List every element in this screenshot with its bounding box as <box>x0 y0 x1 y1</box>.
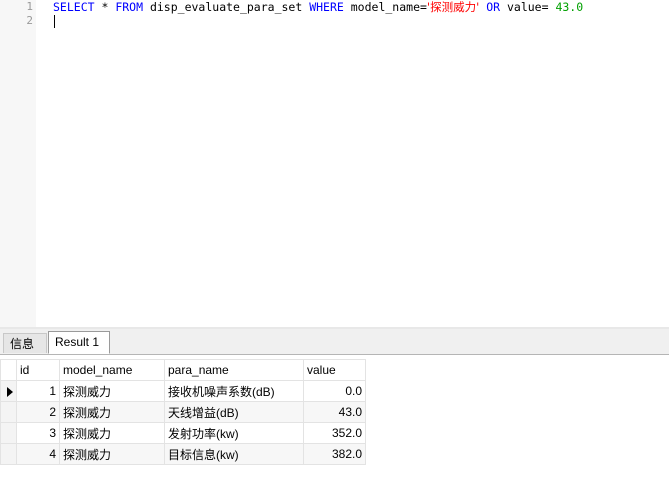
cell-value[interactable]: 382.0 <box>303 443 366 465</box>
cell-id[interactable]: 4 <box>16 443 60 465</box>
column-header-model-name[interactable]: model_name <box>59 359 165 381</box>
cell-value[interactable]: 43.0 <box>303 401 366 423</box>
tab-info[interactable]: 信息 <box>3 333 47 353</box>
cell-value[interactable]: 352.0 <box>303 422 366 444</box>
keyword-or: OR <box>486 0 501 14</box>
table-row[interactable]: 2 探测威力 天线增益(dB) 43.0 <box>0 401 366 423</box>
line-number: 2 <box>26 14 33 27</box>
keyword-select: SELECT <box>53 0 95 14</box>
row-selector[interactable] <box>0 443 17 465</box>
row-selector[interactable] <box>0 401 17 423</box>
cell-para-name[interactable]: 发射功率(kw) <box>164 422 304 444</box>
cell-model-name[interactable]: 探测威力 <box>59 422 165 444</box>
table-row[interactable]: 4 探测威力 目标信息(kw) 382.0 <box>0 443 366 465</box>
condition-field: model_name= <box>343 0 427 14</box>
cell-model-name[interactable]: 探测威力 <box>59 443 165 465</box>
column-header-para-name[interactable]: para_name <box>164 359 304 381</box>
string-literal: '探测威力' <box>426 0 480 14</box>
keyword-where: WHERE <box>309 0 344 14</box>
select-star: * <box>94 0 116 14</box>
table-name: disp_evaluate_para_set <box>143 0 310 14</box>
grid-header-row: id model_name para_name value <box>0 359 366 381</box>
cell-model-name[interactable]: 探测威力 <box>59 401 165 423</box>
row-selector-header[interactable] <box>0 359 17 381</box>
column-header-id[interactable]: id <box>16 359 60 381</box>
cell-value[interactable]: 0.0 <box>303 380 366 402</box>
number-literal: 43.0 <box>555 0 584 14</box>
cell-para-name[interactable]: 接收机噪声系数(dB) <box>164 380 304 402</box>
row-selector[interactable] <box>0 422 17 444</box>
cell-id[interactable]: 2 <box>16 401 60 423</box>
cell-id[interactable]: 3 <box>16 422 60 444</box>
cell-id[interactable]: 1 <box>16 380 60 402</box>
table-row[interactable]: 1 探测威力 接收机噪声系数(dB) 0.0 <box>0 380 366 402</box>
cell-model-name[interactable]: 探测威力 <box>59 380 165 402</box>
line-number-gutter: 1 2 <box>0 0 36 327</box>
cell-para-name[interactable]: 天线增益(dB) <box>164 401 304 423</box>
condition-operator: = <box>541 0 556 14</box>
current-row-pointer-icon <box>7 386 13 397</box>
result-grid-area: id model_name para_name value 1 探测威力 接收机… <box>0 355 669 482</box>
tab-result-1[interactable]: Result 1 <box>48 331 110 354</box>
cell-para-name[interactable]: 目标信息(kw) <box>164 443 304 465</box>
table-row[interactable]: 3 探测威力 发射功率(kw) 352.0 <box>0 422 366 444</box>
result-grid: id model_name para_name value 1 探测威力 接收机… <box>0 359 366 465</box>
row-selector[interactable] <box>0 380 17 402</box>
column-header-value[interactable]: value <box>303 359 366 381</box>
result-tab-bar: 信息 Result 1 <box>0 329 669 355</box>
condition-field-2: value <box>500 0 542 14</box>
text-caret <box>54 15 55 28</box>
keyword-from: FROM <box>115 0 144 14</box>
sql-editor[interactable]: 1 2 SELECT * FROM disp_evaluate_para_set… <box>0 0 669 327</box>
sql-query-line[interactable]: SELECT * FROM disp_evaluate_para_set WHE… <box>53 0 583 14</box>
line-number: 1 <box>26 0 33 13</box>
